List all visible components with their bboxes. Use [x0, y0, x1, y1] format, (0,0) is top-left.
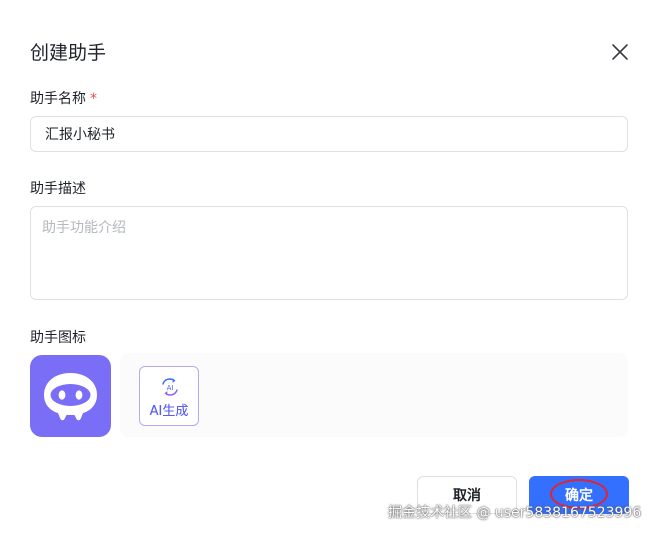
assistant-avatar[interactable]	[30, 355, 111, 437]
assistant-name-input[interactable]	[30, 116, 628, 152]
icon-field-label: 助手图标	[30, 330, 86, 346]
ai-mark-text: AI	[167, 384, 174, 392]
robot-face-icon	[44, 373, 97, 421]
required-mark: *	[90, 91, 97, 107]
close-button[interactable]	[608, 40, 632, 64]
close-icon	[612, 44, 628, 60]
dialog-title: 创建助手	[30, 42, 107, 64]
ai-generate-icon-button[interactable]: AI AI生成	[139, 366, 199, 426]
ai-generate-label: AI生成	[140, 400, 198, 419]
ai-sparkle-icon: AI	[162, 378, 178, 396]
desc-field-label: 助手描述	[30, 181, 86, 197]
name-field-label: 助手名称 *	[30, 88, 97, 108]
name-label-text: 助手名称	[30, 91, 86, 107]
create-assistant-dialog: 创建助手 助手名称* 助手描述 助手图标 AI AI生成 取消	[0, 0, 658, 536]
assistant-description-textarea[interactable]	[30, 206, 628, 300]
watermark: 掘金技术社区 @ user5838167523996	[388, 505, 642, 521]
